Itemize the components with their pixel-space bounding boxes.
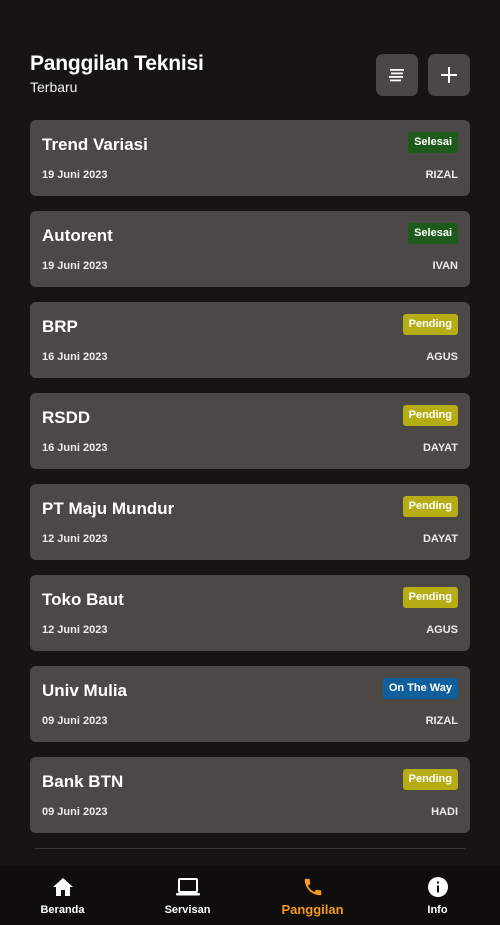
call-client-name: Univ Mulia [42,681,128,700]
nav-label-servisan: Servisan [164,904,211,916]
status-badge: Pending [402,405,458,426]
status-badge: Pending [402,587,458,608]
nav-label-panggilan: Panggilan [281,902,344,917]
status-badge: Pending [402,314,458,335]
phone-icon [304,878,321,896]
laptop-icon [175,878,200,896]
status-badge: On The Way [382,678,458,699]
divider [35,848,465,849]
nav-item-panggilan[interactable]: Panggilan [250,866,375,925]
status-badge: Pending [402,769,458,790]
sort-icon [389,69,404,82]
call-date: 19 Juni 2023 [42,169,108,181]
call-technician: HADI [431,806,458,818]
call-card[interactable]: Trend Variasi Selesai 19 Juni 2023 RIZAL [30,120,470,196]
call-date: 19 Juni 2023 [42,260,108,272]
nav-item-info[interactable]: Info [375,866,500,925]
nav-label-beranda: Beranda [40,904,85,916]
call-technician: RIZAL [425,169,458,181]
call-card[interactable]: PT Maju Mundur Pending 12 Juni 2023 DAYAT [30,484,470,560]
call-card[interactable]: BRP Pending 16 Juni 2023 AGUS [30,302,470,378]
call-date: 12 Juni 2023 [42,533,108,545]
call-client-name: Autorent [42,226,113,245]
call-card[interactable]: Autorent Selesai 19 Juni 2023 IVAN [30,211,470,287]
nav-item-beranda[interactable]: Beranda [0,866,125,925]
call-date: 09 Juni 2023 [42,715,108,727]
call-client-name: Bank BTN [42,772,124,791]
call-technician: DAYAT [422,533,458,545]
call-client-name: BRP [42,317,78,336]
page-header: Panggilan Teknisi Terbaru [30,52,470,102]
call-date: 16 Juni 2023 [42,351,108,363]
status-badge: Pending [402,496,458,517]
bottom-nav: Beranda Servisan Panggilan Info [0,866,500,925]
add-call-button[interactable] [428,54,470,96]
call-card[interactable]: Toko Baut Pending 12 Juni 2023 AGUS [30,575,470,651]
call-list: Trend Variasi Selesai 19 Juni 2023 RIZAL Aut… [30,120,470,848]
call-card[interactable]: Univ Mulia On The Way 09 Juni 2023 RIZAL [30,666,470,742]
nav-item-servisan[interactable]: Servisan [125,866,250,925]
page: Panggilan Teknisi Terbaru Trend Variasi S… [0,0,500,925]
call-technician: IVAN [432,260,458,272]
call-client-name: RSDD [42,408,91,427]
info-icon [427,877,448,897]
call-card[interactable]: RSDD Pending 16 Juni 2023 DAYAT [30,393,470,469]
call-client-name: Toko Baut [42,590,124,609]
call-client-name: Trend Variasi [42,135,148,154]
status-badge: Selesai [408,223,458,244]
call-technician: AGUS [426,351,458,363]
status-badge: Selesai [408,132,458,153]
call-date: 09 Juni 2023 [42,806,108,818]
call-card[interactable]: Bank BTN Pending 09 Juni 2023 HADI [30,757,470,833]
plus-icon [441,67,457,83]
call-client-name: PT Maju Mundur [42,499,175,518]
home-icon [52,878,73,896]
call-technician: DAYAT [422,442,458,454]
call-date: 12 Juni 2023 [42,624,108,636]
sort-button[interactable] [376,54,418,96]
call-technician: AGUS [426,624,458,636]
nav-label-info: Info [427,904,448,916]
call-technician: RIZAL [425,715,458,727]
call-date: 16 Juni 2023 [42,442,108,454]
